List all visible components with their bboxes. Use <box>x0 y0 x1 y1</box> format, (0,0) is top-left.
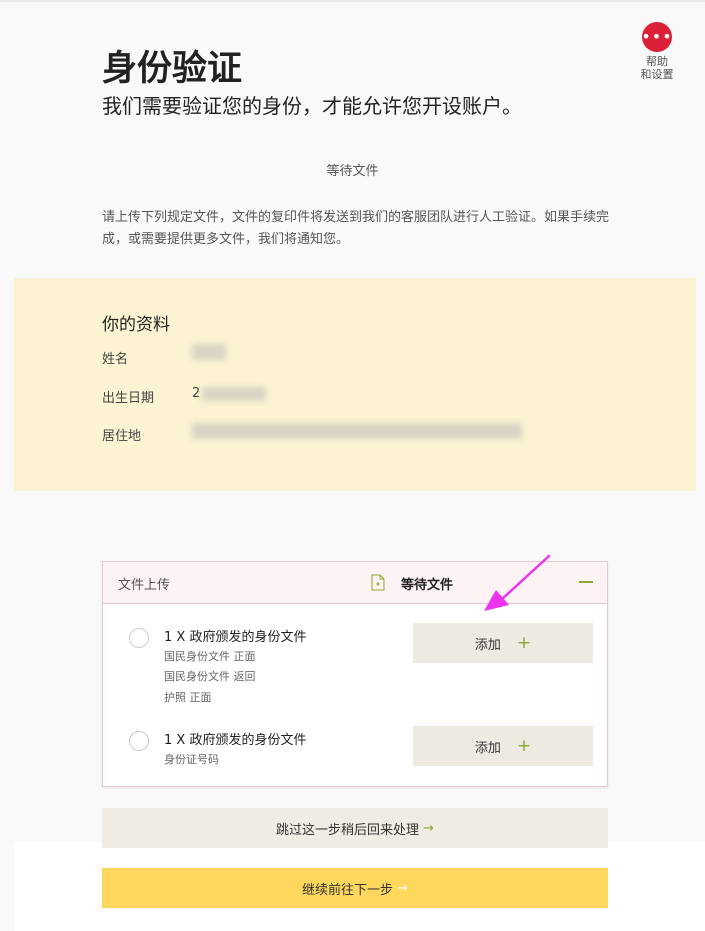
add-document-button[interactable]: 添加 + <box>413 623 593 663</box>
upload-status: 等待文件 <box>401 578 454 593</box>
profile-label-residence: 居住地 <box>102 429 142 444</box>
document-title: 1 X 政府颁发的身份文件 <box>164 630 307 645</box>
add-document-button[interactable]: 添加 + <box>413 726 593 766</box>
upload-header[interactable]: 文件上传 等待文件 <box>103 562 607 604</box>
document-type: 国民身份文件 返回 <box>164 670 256 683</box>
document-type: 身份证号码 <box>164 753 219 766</box>
help-settings[interactable]: ••• 帮助 和设置 <box>634 22 680 81</box>
more-icon[interactable]: ••• <box>641 22 672 52</box>
document-title: 1 X 政府颁发的身份文件 <box>164 733 307 748</box>
arrow-right-icon: → <box>397 880 408 896</box>
profile-section: 你的资料 姓名 出生日期 2 居住地 <box>14 278 696 491</box>
profile-label-name: 姓名 <box>102 352 129 367</box>
help-label: 帮助 和设置 <box>640 55 674 81</box>
continue-button[interactable]: 继续前往下一步 → <box>102 868 608 908</box>
profile-value-residence <box>192 423 522 439</box>
document-type: 护照 正面 <box>164 691 212 704</box>
top-divider <box>0 0 705 2</box>
file-upload-panel: 文件上传 等待文件 1 X 政府颁发的身份文件 国民身份文件 正面 国民身份文件… <box>102 561 608 787</box>
document-radio[interactable] <box>129 628 149 648</box>
collapse-icon[interactable] <box>579 581 593 583</box>
page-title: 身份验证 <box>102 49 243 89</box>
profile-value-name <box>192 344 226 360</box>
skip-button[interactable]: 跳过这一步稍后回来处理 → <box>102 808 608 848</box>
plus-icon: + <box>516 632 532 653</box>
page-subtitle: 我们需要验证您的身份，才能允许您开设账户。 <box>102 94 522 118</box>
instructions-text: 请上传下列规定文件，文件的复印件将发送到我们的客服团队进行人工验证。如果手续完成… <box>102 210 610 247</box>
document-icon <box>371 574 385 591</box>
document-type: 国民身份文件 正面 <box>164 650 256 663</box>
plus-icon: + <box>516 735 532 756</box>
status-text: 等待文件 <box>326 164 379 179</box>
arrow-right-icon: → <box>423 820 434 836</box>
profile-value-birthdate: 2 <box>192 386 267 401</box>
upload-title: 文件上传 <box>118 578 171 593</box>
profile-title: 你的资料 <box>102 315 170 335</box>
profile-label-birthdate: 出生日期 <box>102 391 155 406</box>
document-radio[interactable] <box>129 731 149 751</box>
